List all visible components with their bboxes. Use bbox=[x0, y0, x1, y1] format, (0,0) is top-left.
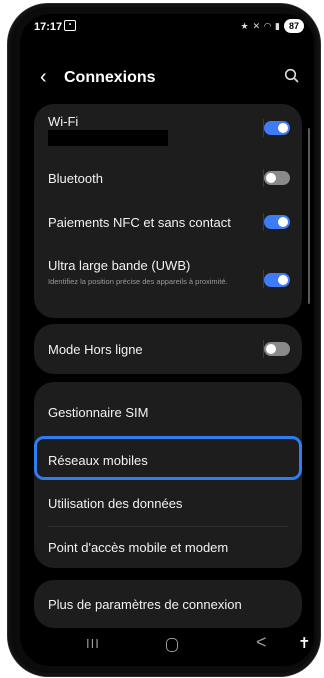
setting-label: Bluetooth bbox=[48, 171, 103, 186]
screen-record-icon: • bbox=[64, 20, 76, 31]
nfc-toggle[interactable] bbox=[264, 215, 290, 229]
star-icon: ★ bbox=[240, 20, 249, 31]
home-icon[interactable] bbox=[166, 638, 178, 652]
connections-card-2: Mode Hors ligne bbox=[34, 324, 302, 374]
accessibility-icon[interactable]: ✝ bbox=[298, 634, 311, 652]
status-time: 17:17 bbox=[34, 21, 63, 33]
setting-row-bluetooth[interactable]: Bluetooth bbox=[34, 156, 302, 200]
setting-row-more-connection-settings[interactable]: Plus de paramètres de connexion bbox=[34, 580, 302, 628]
phone-frame: 17:17 • ★ ✕ ◠ ▮ 87 ‹ Connexions Wi-Fi Bl… bbox=[8, 4, 320, 676]
page-title: Connexions bbox=[64, 69, 156, 86]
setting-label: Utilisation des données bbox=[48, 496, 183, 511]
setting-row-data-usage[interactable]: Utilisation des données bbox=[34, 482, 302, 526]
airplane-toggle[interactable] bbox=[264, 342, 290, 356]
wifi-toggle[interactable] bbox=[264, 121, 290, 135]
wifi-network-redacted bbox=[48, 130, 168, 146]
recent-apps-button[interactable]: III bbox=[86, 636, 100, 651]
setting-row-airplane[interactable]: Mode Hors ligne bbox=[34, 324, 302, 374]
wifi-icon: ◠ bbox=[264, 20, 272, 31]
setting-label: Paiements NFC et sans contact bbox=[48, 215, 231, 230]
status-icons: ★ ✕ ◠ ▮ 87 bbox=[240, 19, 304, 33]
connections-card-1: Wi-Fi Bluetooth Paiements NFC et sans co… bbox=[34, 104, 302, 318]
uwb-toggle[interactable] bbox=[264, 273, 290, 287]
mobile-networks-highlight bbox=[34, 436, 302, 480]
setting-label: Point d'accès mobile et modem bbox=[48, 540, 229, 555]
setting-label: Ultra large bande (UWB) bbox=[48, 258, 191, 273]
mute-icon: ✕ bbox=[252, 20, 261, 31]
connections-card-4: Plus de paramètres de connexion bbox=[34, 580, 302, 628]
navigation-bar: III < ✝ bbox=[20, 626, 314, 666]
signal-icon: ▮ bbox=[275, 20, 280, 31]
setting-label: Mode Hors ligne bbox=[48, 342, 143, 357]
chevron-left-icon[interactable]: ‹ bbox=[40, 66, 47, 88]
bluetooth-toggle[interactable] bbox=[264, 171, 290, 185]
screen: 17:17 • ★ ✕ ◠ ▮ 87 ‹ Connexions Wi-Fi Bl… bbox=[20, 14, 314, 666]
setting-label: Wi-Fi bbox=[48, 114, 79, 129]
battery-indicator: 87 bbox=[284, 19, 304, 33]
app-header: ‹ Connexions bbox=[20, 64, 314, 94]
setting-row-uwb[interactable]: Ultra large bande (UWB) Identifiez la po… bbox=[34, 246, 302, 312]
setting-row-nfc[interactable]: Paiements NFC et sans contact bbox=[34, 200, 302, 244]
setting-row-wifi[interactable]: Wi-Fi bbox=[34, 104, 302, 152]
scrollbar[interactable] bbox=[308, 128, 310, 304]
setting-row-sim-manager[interactable]: Gestionnaire SIM bbox=[34, 382, 302, 428]
setting-description: Identifiez la position précise des appar… bbox=[48, 277, 228, 286]
status-bar: 17:17 • ★ ✕ ◠ ▮ 87 bbox=[20, 14, 314, 40]
back-button[interactable]: < bbox=[256, 632, 267, 653]
setting-row-hotspot[interactable]: Point d'accès mobile et modem bbox=[34, 526, 302, 568]
search-icon[interactable] bbox=[284, 68, 300, 84]
setting-label: Plus de paramètres de connexion bbox=[48, 597, 242, 612]
setting-label: Gestionnaire SIM bbox=[48, 405, 149, 420]
